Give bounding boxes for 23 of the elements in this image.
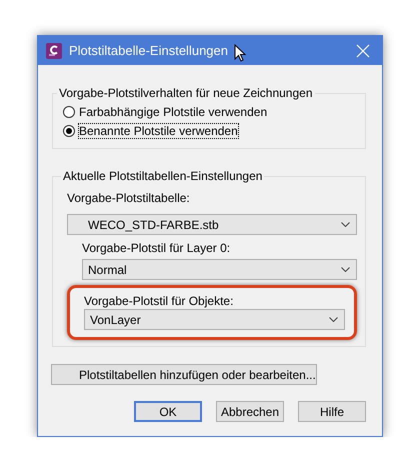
app-icon [46,42,62,58]
group-title: Aktuelle Plotstiltabellen-Einstellungen [62,169,264,183]
field-label: Vorgabe-Plotstil für Objekte: [84,294,234,308]
chevron-down-icon [341,267,350,272]
field-label: Vorgabe-Plotstiltabelle: [67,191,191,205]
chevron-down-icon [329,317,338,322]
radio-label[interactable]: Farbabhängige Plotstile verwenden [79,104,268,118]
radio-button[interactable] [63,124,75,136]
dropdown[interactable]: WECO_STD-FARBE.stb [67,214,357,235]
radio-button[interactable] [63,106,75,118]
dropdown[interactable]: Normal [82,259,357,280]
dropdown[interactable]: VonLayer [84,309,345,330]
chevron-down-icon [341,222,350,227]
dialog-button[interactable]: Abbrechen [216,401,284,422]
field-label: Vorgabe-Plotstil für Layer 0: [82,241,232,255]
dialog-button[interactable]: OK [134,401,202,422]
dialog-button[interactable]: Hilfe [298,401,366,422]
group-title: Vorgabe-Plotstilverhalten für neue Zeichnungen [58,86,314,100]
edit-tables-button[interactable]: Plotstiltabellen hinzufügen oder bearbeiten... [51,364,317,385]
mouse-pointer-icon [234,44,246,62]
radio-label[interactable]: Benannte Plotstile verwenden [79,124,238,138]
window-title: Plotstiltabelle-Einstellungen [69,43,228,58]
close-icon[interactable] [356,44,370,58]
